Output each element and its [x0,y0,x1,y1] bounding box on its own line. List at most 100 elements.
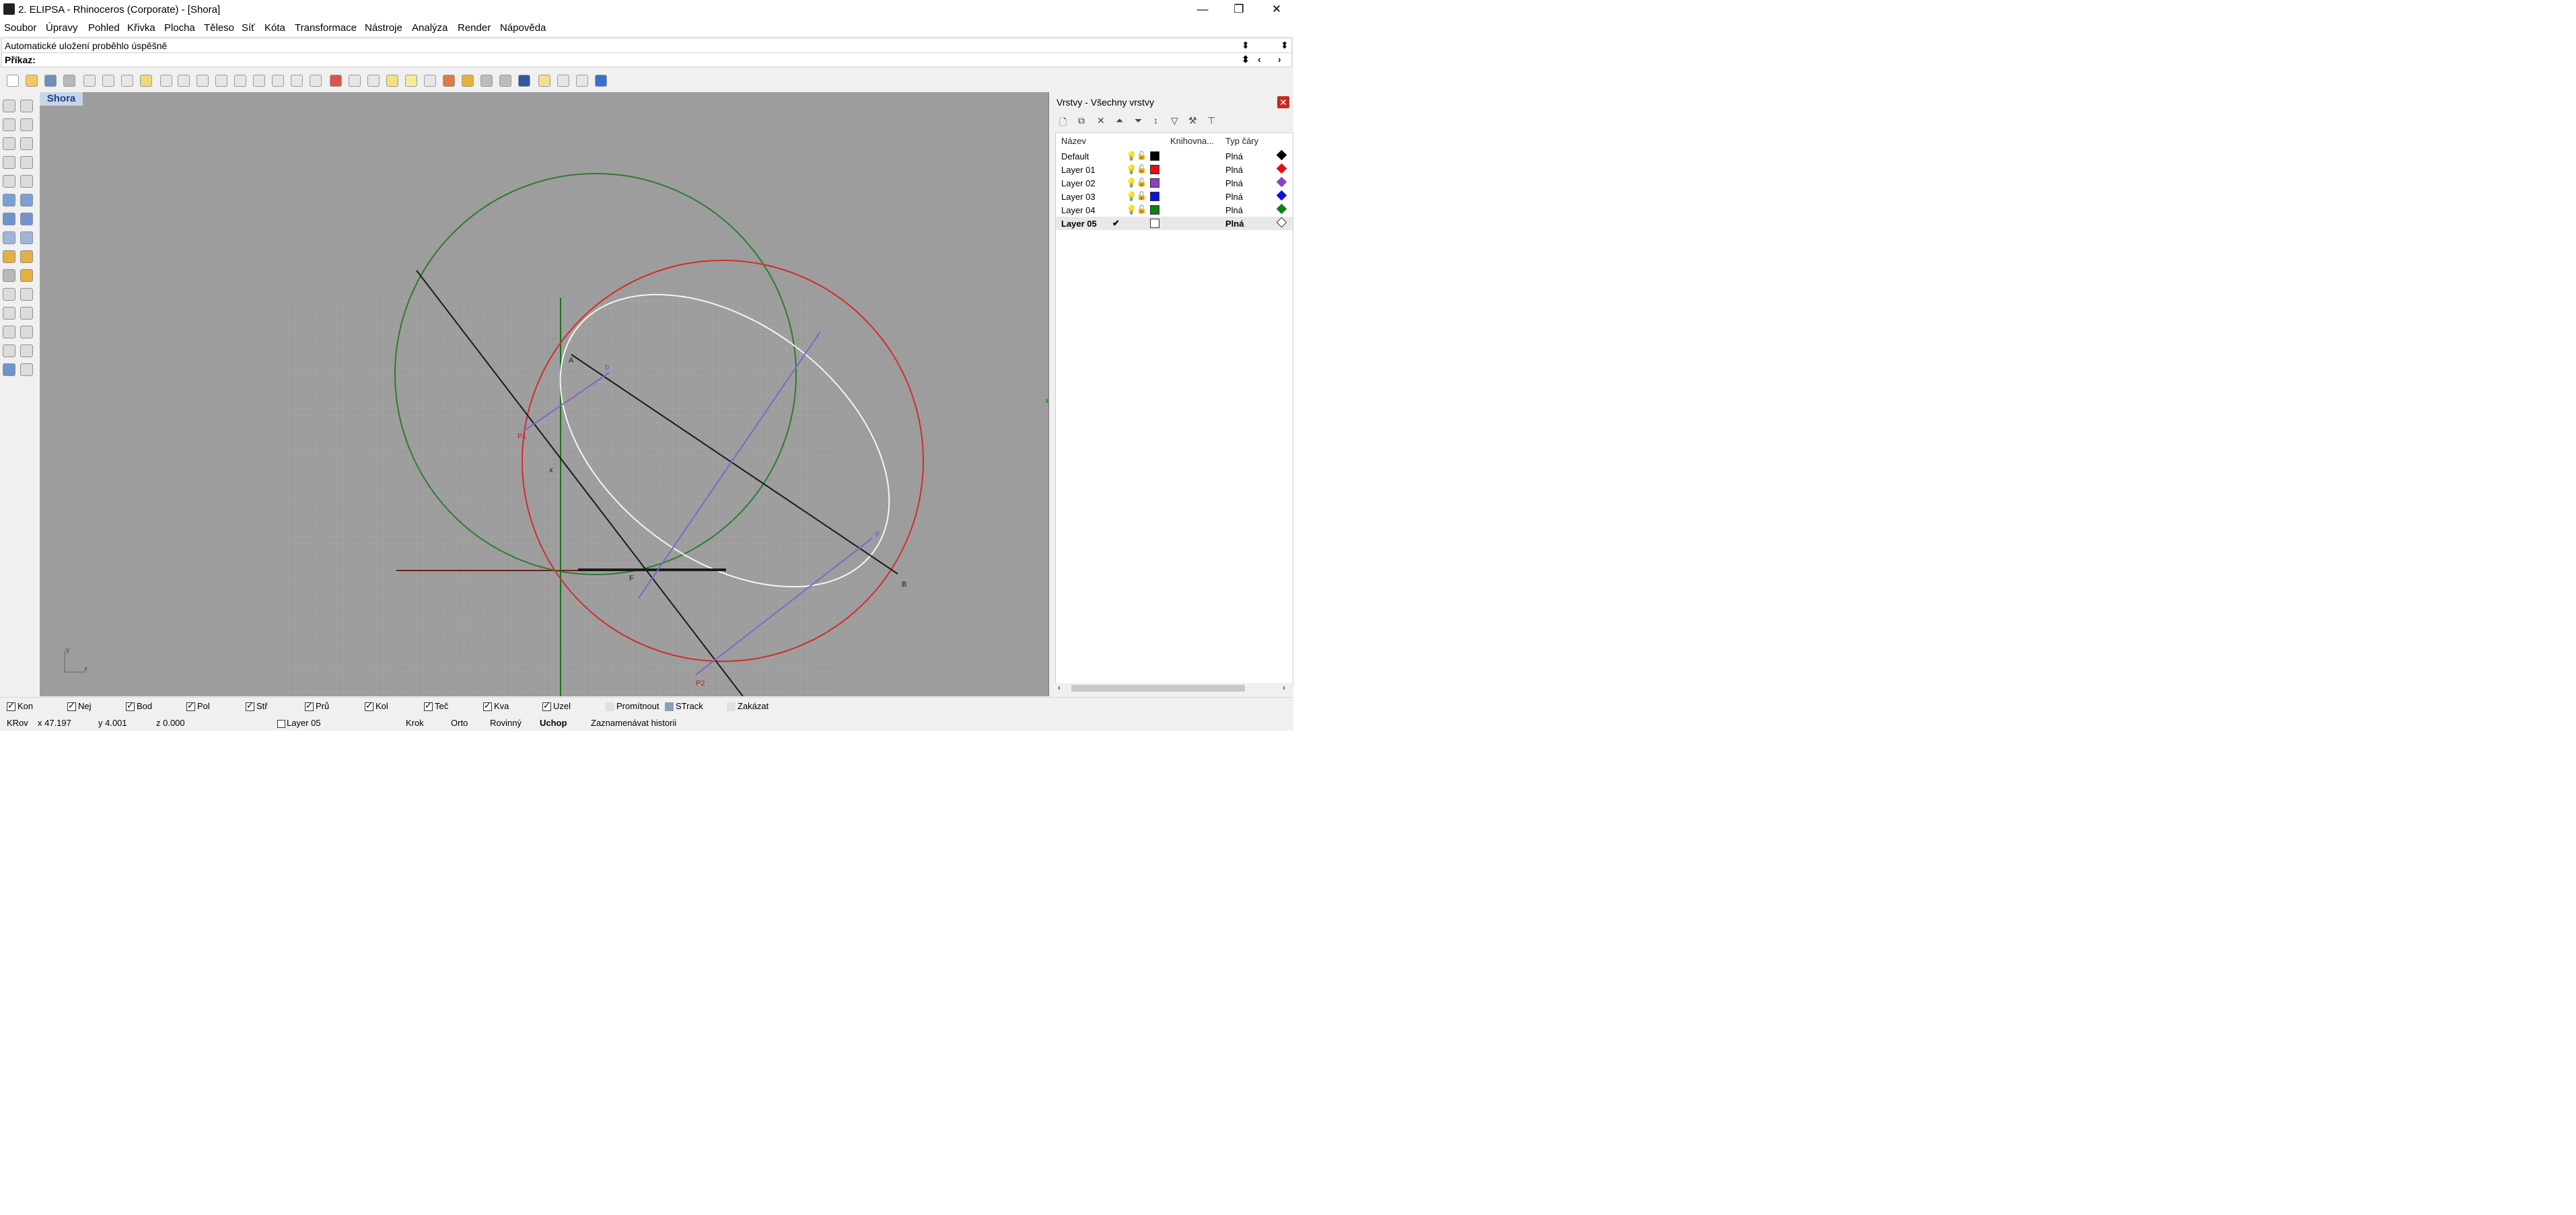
delete-layer-icon[interactable]: ✕ [1097,115,1105,126]
checkbox-icon[interactable] [483,700,492,712]
move-to-parent-icon[interactable]: ↕ [1153,115,1158,126]
record-history-toggle[interactable]: Zaznamenávat historii [591,718,676,728]
filter-icon[interactable]: ▽ [1171,115,1178,126]
layer-linetype[interactable]: Plná [1225,219,1244,229]
box-icon[interactable] [3,213,15,225]
fillet-icon[interactable] [3,307,15,320]
join-icon[interactable] [20,288,33,301]
set-cplane-icon[interactable] [330,75,342,87]
dimension-icon[interactable] [3,269,15,282]
analyze-icon[interactable] [3,363,15,376]
menu-krivka[interactable]: Křivka [127,22,155,34]
checkbox-icon[interactable] [542,700,551,712]
command-input[interactable] [40,54,1227,66]
layer-linetype[interactable]: Plná [1225,165,1243,175]
trim-icon[interactable] [20,269,33,282]
checkbox-icon[interactable] [424,700,433,712]
layer-row-02[interactable]: Layer 02 💡 🔓 Plná [1056,176,1293,190]
help-icon[interactable] [595,75,607,87]
viewport-layout-icon[interactable] [310,75,322,87]
layer-color-swatch[interactable] [1150,151,1159,161]
new-layer-icon[interactable]: 🗋 [1059,115,1067,131]
zoom-window-icon[interactable] [215,75,227,87]
panel-close-icon[interactable]: ✕ [1277,96,1289,108]
curve-icon[interactable] [20,118,33,131]
unlock-icon[interactable]: 🔓 [1137,151,1147,160]
open-file-icon[interactable] [26,75,38,87]
checkbox-icon[interactable] [67,700,76,712]
layer-color-swatch[interactable] [1150,205,1159,215]
osnap-kol[interactable]: Kol [365,700,388,712]
layer-linetype[interactable]: Plná [1225,192,1243,202]
menu-analyza[interactable]: Analýza [412,22,448,34]
toggle-icon[interactable] [606,702,614,712]
checkbox-icon[interactable] [246,700,254,712]
print-color-icon[interactable] [1276,176,1287,188]
layer-color-swatch[interactable] [1150,192,1159,201]
osnap-promitnout[interactable]: Promítnout [606,701,659,712]
layer-linetype[interactable]: Plná [1225,151,1243,161]
menu-plocha[interactable]: Plocha [164,22,195,34]
cplane-indicator[interactable]: KRov [7,718,28,728]
point-icon[interactable] [20,100,33,112]
restore-button[interactable]: ❐ [1223,0,1254,19]
ellipse-icon[interactable] [20,137,33,150]
print-color-icon[interactable] [1276,190,1287,201]
select-arrow-icon[interactable] [3,100,15,112]
layer-color-swatch[interactable] [1150,219,1159,228]
column-library[interactable]: Knihovna... [1170,136,1214,146]
rectangle-icon[interactable] [20,156,33,169]
osnap-str[interactable]: Stř [246,700,268,712]
mesh-icon[interactable] [20,231,33,244]
planar-toggle[interactable]: Rovinný [490,718,522,728]
select-filter-icon[interactable] [386,75,398,87]
text-icon[interactable] [20,363,33,376]
minimize-button[interactable]: — [1187,0,1218,19]
move-down-icon[interactable]: ⏷ [1135,115,1142,126]
shade-icon[interactable] [480,75,493,87]
osnap-zakazat[interactable]: Zakázat [727,701,768,712]
print-color-icon[interactable] [1276,149,1287,161]
zoom-extents-icon[interactable] [253,75,265,87]
osnap-pol[interactable]: Pol [186,700,210,712]
cut-icon[interactable] [102,75,114,87]
layer-linetype[interactable]: Plná [1225,178,1243,188]
checkbox-icon[interactable] [186,700,195,712]
close-button[interactable]: ✕ [1261,0,1292,19]
print-color-icon[interactable] [1276,217,1287,228]
lightbulb-icon[interactable]: 💡 [1126,191,1137,202]
offset-icon[interactable] [20,307,33,320]
zoom-selected-icon[interactable] [272,75,284,87]
color-wheel-icon[interactable] [462,75,474,87]
unlock-icon[interactable]: 🔓 [1137,191,1147,200]
copy-icon[interactable] [121,75,133,87]
layer-color-swatch[interactable] [1150,178,1159,188]
lightbulb-icon[interactable]: 💡 [1126,164,1137,175]
group-icon[interactable] [20,344,33,357]
ortho-toggle[interactable]: Orto [451,718,468,728]
layer-row-01[interactable]: Layer 01 💡 🔓 Plná [1056,163,1293,176]
layer-color-swatch[interactable] [1150,165,1159,174]
layer-row-03[interactable]: Layer 03 💡 🔓 Plná [1056,190,1293,203]
scale-icon[interactable] [20,326,33,338]
pan-icon[interactable] [178,75,190,87]
layer-row-05-current[interactable]: Layer 05 ✔ Plná [1056,217,1293,230]
checkbox-icon[interactable] [7,700,15,712]
render-icon[interactable] [518,75,530,87]
checkbox-icon[interactable] [126,700,135,712]
layer-linetype[interactable]: Plná [1225,205,1243,215]
osnap-kon[interactable]: Kon [7,700,33,712]
boolean-icon[interactable] [20,250,33,263]
menu-napoveda[interactable]: Nápověda [500,22,546,34]
split-icon[interactable] [3,288,15,301]
print-icon[interactable] [63,75,75,87]
unlock-icon[interactable]: 🔓 [1137,178,1147,187]
array-icon[interactable] [3,344,15,357]
properties-icon[interactable] [83,75,96,87]
command-next-icon[interactable]: › [1278,54,1281,65]
toggle-icon[interactable] [665,702,674,712]
menu-render[interactable]: Render [458,22,491,34]
print-color-icon[interactable] [1276,203,1287,215]
osnap-kva[interactable]: Kva [483,700,509,712]
document-props-icon[interactable] [576,75,588,87]
